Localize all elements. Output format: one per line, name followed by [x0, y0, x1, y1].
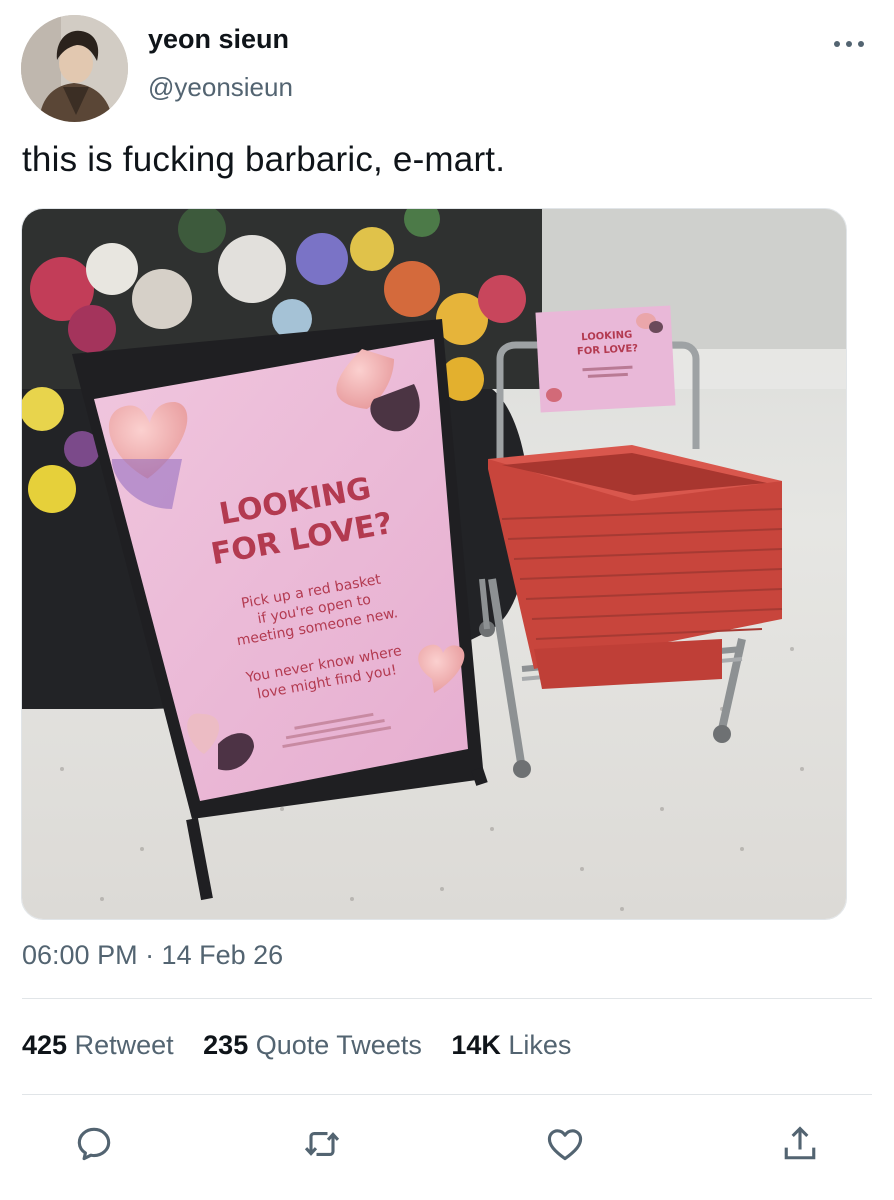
author-name[interactable]: yeon sieun [148, 24, 289, 55]
likes-label: Likes [508, 1030, 572, 1060]
quote-tweets-stat[interactable]: 235 Quote Tweets [203, 1030, 422, 1060]
retweets-stat[interactable]: 425 Retweet [22, 1030, 174, 1060]
retweet-icon [304, 1131, 340, 1157]
heart-icon [547, 1129, 583, 1161]
photo-illustration: LOOKING FOR LOVE? LOOKING FOR LOVE? Pick… [22, 209, 846, 919]
retweets-count: 425 [22, 1030, 68, 1060]
more-icon[interactable] [834, 36, 864, 52]
divider [22, 998, 872, 999]
tweet-timestamp[interactable]: 06:00 PM · 14 Feb 26 [22, 940, 283, 971]
reply-icon [77, 1127, 111, 1161]
tweet: yeon sieun @yeonsieun this is fucking ba… [0, 0, 894, 1200]
retweet-button[interactable] [300, 1122, 344, 1166]
quote-tweets-count: 235 [203, 1030, 249, 1060]
like-button[interactable] [543, 1122, 587, 1166]
reply-button[interactable] [72, 1122, 116, 1166]
share-button[interactable] [778, 1122, 822, 1166]
avatar-image [21, 15, 128, 122]
divider [22, 1094, 872, 1095]
small-sign: LOOKING FOR LOVE? [535, 305, 676, 413]
likes-stat[interactable]: 14K Likes [451, 1030, 571, 1060]
tweet-text: this is fucking barbaric, e-mart. [22, 140, 506, 179]
tweet-photo[interactable]: LOOKING FOR LOVE? LOOKING FOR LOVE? Pick… [21, 208, 847, 920]
author-handle[interactable]: @yeonsieun [148, 72, 293, 103]
retweets-label: Retweet [74, 1030, 174, 1060]
share-icon [784, 1126, 816, 1160]
avatar[interactable] [21, 15, 128, 122]
engagement-stats: 425 Retweet 235 Quote Tweets 14K Likes [22, 1030, 593, 1061]
likes-count: 14K [451, 1030, 501, 1060]
quote-tweets-label: Quote Tweets [255, 1030, 422, 1060]
